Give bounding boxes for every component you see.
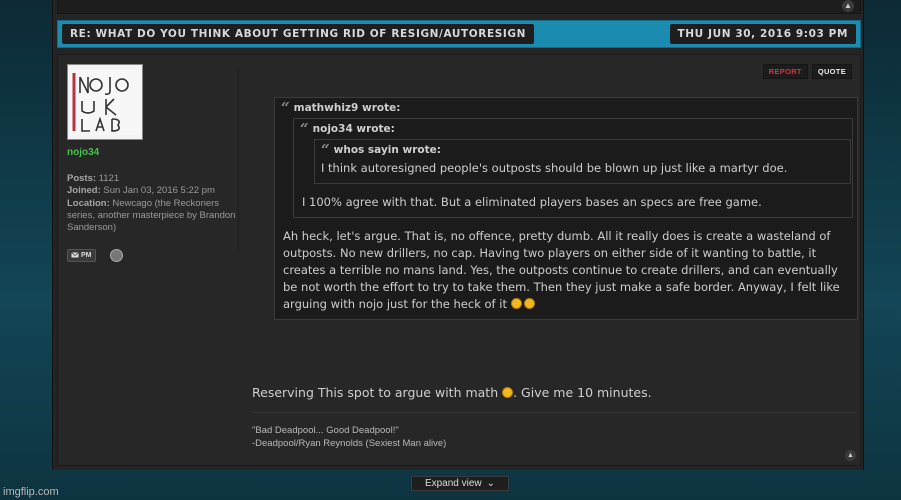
quote-author-mathwhiz9[interactable]: mathwhiz9 wrote: [294, 102, 401, 114]
quote-block-inner: “ whos sayin wrote: I think autoresigned… [314, 139, 851, 184]
quote-text-outer-body: Ah heck, let's argue. That is, no offenc… [283, 229, 840, 311]
smiley-icon [510, 298, 522, 309]
quote-block-middle: “ nojo34 wrote: “ whos sayin wrote: I th… [293, 118, 853, 218]
reply-text: Reserving This spot to argue with math .… [252, 385, 652, 400]
author-name[interactable]: nojo34 [67, 146, 237, 159]
quote-author-nojo34[interactable]: nojo34 wrote: [313, 123, 395, 135]
quote-block-outer: “ mathwhiz9 wrote: “ nojo34 wrote: “ who… [274, 97, 858, 320]
expand-view-button[interactable]: Expand view ⌄ [411, 476, 509, 491]
author-profile: nojo34 Posts: 1121 Joined: Sun Jan 03, 2… [67, 64, 237, 262]
quote-text-inner: I think autoresigned people's outposts s… [321, 161, 788, 175]
avatar[interactable] [67, 64, 143, 140]
smiley-icon [502, 387, 514, 398]
post-buttons: REPORT QUOTE [762, 64, 852, 79]
avatar-image [70, 69, 140, 135]
post-content: “ mathwhiz9 wrote: “ nojo34 wrote: “ who… [274, 97, 858, 320]
reply-text-start: Reserving This spot to argue with math [252, 385, 499, 400]
reply-text-end: . Give me 10 minutes. [513, 385, 652, 400]
location-label: Location: [67, 197, 110, 209]
quote-text-middle: I 100% agree with that. But a eliminated… [302, 195, 762, 209]
author-details: Posts: 1121 Joined: Sun Jan 03, 2016 5:2… [67, 173, 237, 235]
expand-view-label: Expand view [424, 478, 482, 489]
posts-line: Posts: 1121 [67, 173, 237, 185]
signature: "Bad Deadpool... Good Deadpool!" -Deadpo… [252, 424, 446, 450]
quote-icon: “ [321, 141, 330, 159]
location-line: Location: Newcago (the Reckoners series,… [67, 198, 237, 235]
post-title[interactable]: RE: WHAT DO YOU THINK ABOUT GETTING RID … [62, 24, 535, 44]
previous-post-edge: ▲ [57, 0, 861, 14]
joined-line: Joined: Sun Jan 03, 2016 5:22 pm [67, 185, 237, 197]
post-header-bar: RE: WHAT DO YOU THINK ABOUT GETTING RID … [57, 20, 861, 48]
pm-button[interactable]: PM [67, 248, 96, 262]
quote-cite-middle: “ nojo34 wrote: [300, 120, 846, 138]
signature-divider [252, 412, 856, 413]
posts-value[interactable]: 1121 [99, 173, 119, 184]
pm-label: PM [81, 251, 92, 259]
watermark: imgflip.com [3, 486, 59, 498]
signature-line-2: -Deadpool/Ryan Reynolds (Sexiest Man ali… [252, 438, 447, 449]
back-to-top-icon[interactable]: ▲ [845, 450, 856, 461]
signature-line-1: "Bad Deadpool... Good Deadpool!" [252, 425, 399, 436]
report-button[interactable]: REPORT [762, 64, 808, 79]
contact-icons: PM [67, 248, 237, 262]
quote-button[interactable]: QUOTE [811, 64, 852, 79]
website-icon[interactable] [109, 248, 123, 262]
quote-icon: “ [281, 99, 290, 117]
quote-cite-inner: “ whos sayin wrote: [321, 141, 844, 159]
quote-cite-outer: “ mathwhiz9 wrote: [281, 99, 851, 117]
post-date: THU JUN 30, 2016 9:03 PM [669, 24, 856, 44]
author-divider [238, 69, 239, 249]
quote-text-outer: Ah heck, let's argue. That is, no offenc… [281, 226, 851, 313]
joined-label: Joined: [67, 185, 101, 197]
chevron-down-icon: ⌄ [486, 478, 496, 489]
envelope-icon [71, 252, 79, 258]
back-to-top-icon[interactable]: ▲ [842, 0, 854, 12]
joined-value: Sun Jan 03, 2016 5:22 pm [103, 185, 215, 197]
quote-author-whos-sayin[interactable]: whos sayin wrote: [334, 144, 441, 156]
forum-frame: ▲ RE: WHAT DO YOU THINK ABOUT GETTING RI… [52, 0, 864, 470]
posts-label: Posts: [67, 173, 97, 184]
grin-icon [523, 298, 535, 309]
post: nojo34 Posts: 1121 Joined: Sun Jan 03, 2… [57, 54, 861, 466]
quote-icon: “ [300, 120, 309, 138]
